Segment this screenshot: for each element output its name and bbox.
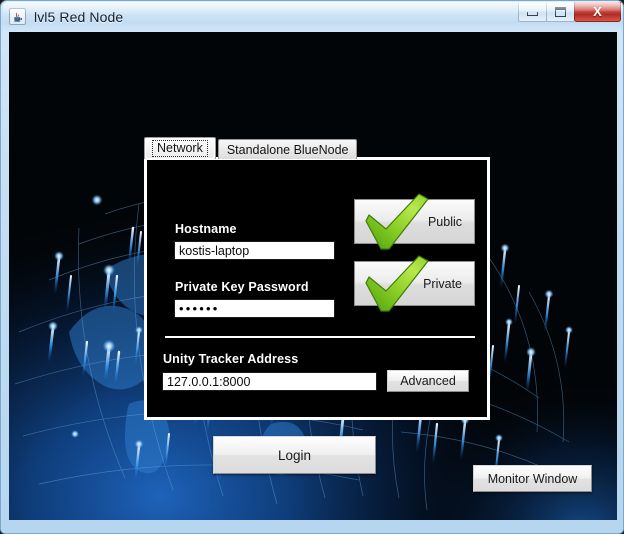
public-button[interactable]: Public [354,193,475,250]
maximize-button[interactable] [546,2,575,22]
window-controls: X [518,2,621,24]
section-divider [165,336,475,338]
tab-standalone-bluenode-label: Standalone BlueNode [226,142,349,157]
minimize-button[interactable] [518,2,547,22]
minimize-icon [527,12,538,16]
java-coffee-cup-icon [9,8,26,25]
maximize-icon [555,6,566,17]
advanced-button-label: Advanced [400,374,456,388]
unity-tracker-address-label: Unity Tracker Address [163,352,299,366]
application-window: lvl5 Red Node X Network Standalone BlueN… [0,0,624,534]
tab-network[interactable]: Network [144,137,216,159]
private-key-password-label: Private Key Password [175,280,309,294]
monitor-window-button-label: Monitor Window [487,471,578,486]
monitor-window-button[interactable]: Monitor Window [473,465,592,492]
green-check-icon [365,193,429,250]
login-button-label: Login [277,447,312,463]
private-button-label: Private [423,276,462,291]
network-tab-panel: Hostname Private Key Password •••••• [144,157,490,420]
window-title: lvl5 Red Node [34,8,124,25]
tab-standalone-bluenode[interactable]: Standalone BlueNode [217,139,358,159]
client-area: Network Standalone BlueNode Hostname Pri… [9,32,617,520]
close-button[interactable]: X [574,2,621,22]
login-button[interactable]: Login [213,436,376,474]
title-bar: lvl5 Red Node X [1,1,623,32]
hostname-input[interactable] [174,241,335,260]
public-button-label: Public [427,214,462,229]
unity-tracker-address-input[interactable] [162,372,377,391]
tab-network-label: Network [152,140,208,157]
hostname-label: Hostname [175,222,237,236]
private-key-password-input[interactable]: •••••• [174,299,335,318]
advanced-button[interactable]: Advanced [387,370,469,392]
private-button[interactable]: Private [354,255,475,312]
tab-strip: Network Standalone BlueNode [144,137,358,159]
close-icon: X [593,4,602,19]
